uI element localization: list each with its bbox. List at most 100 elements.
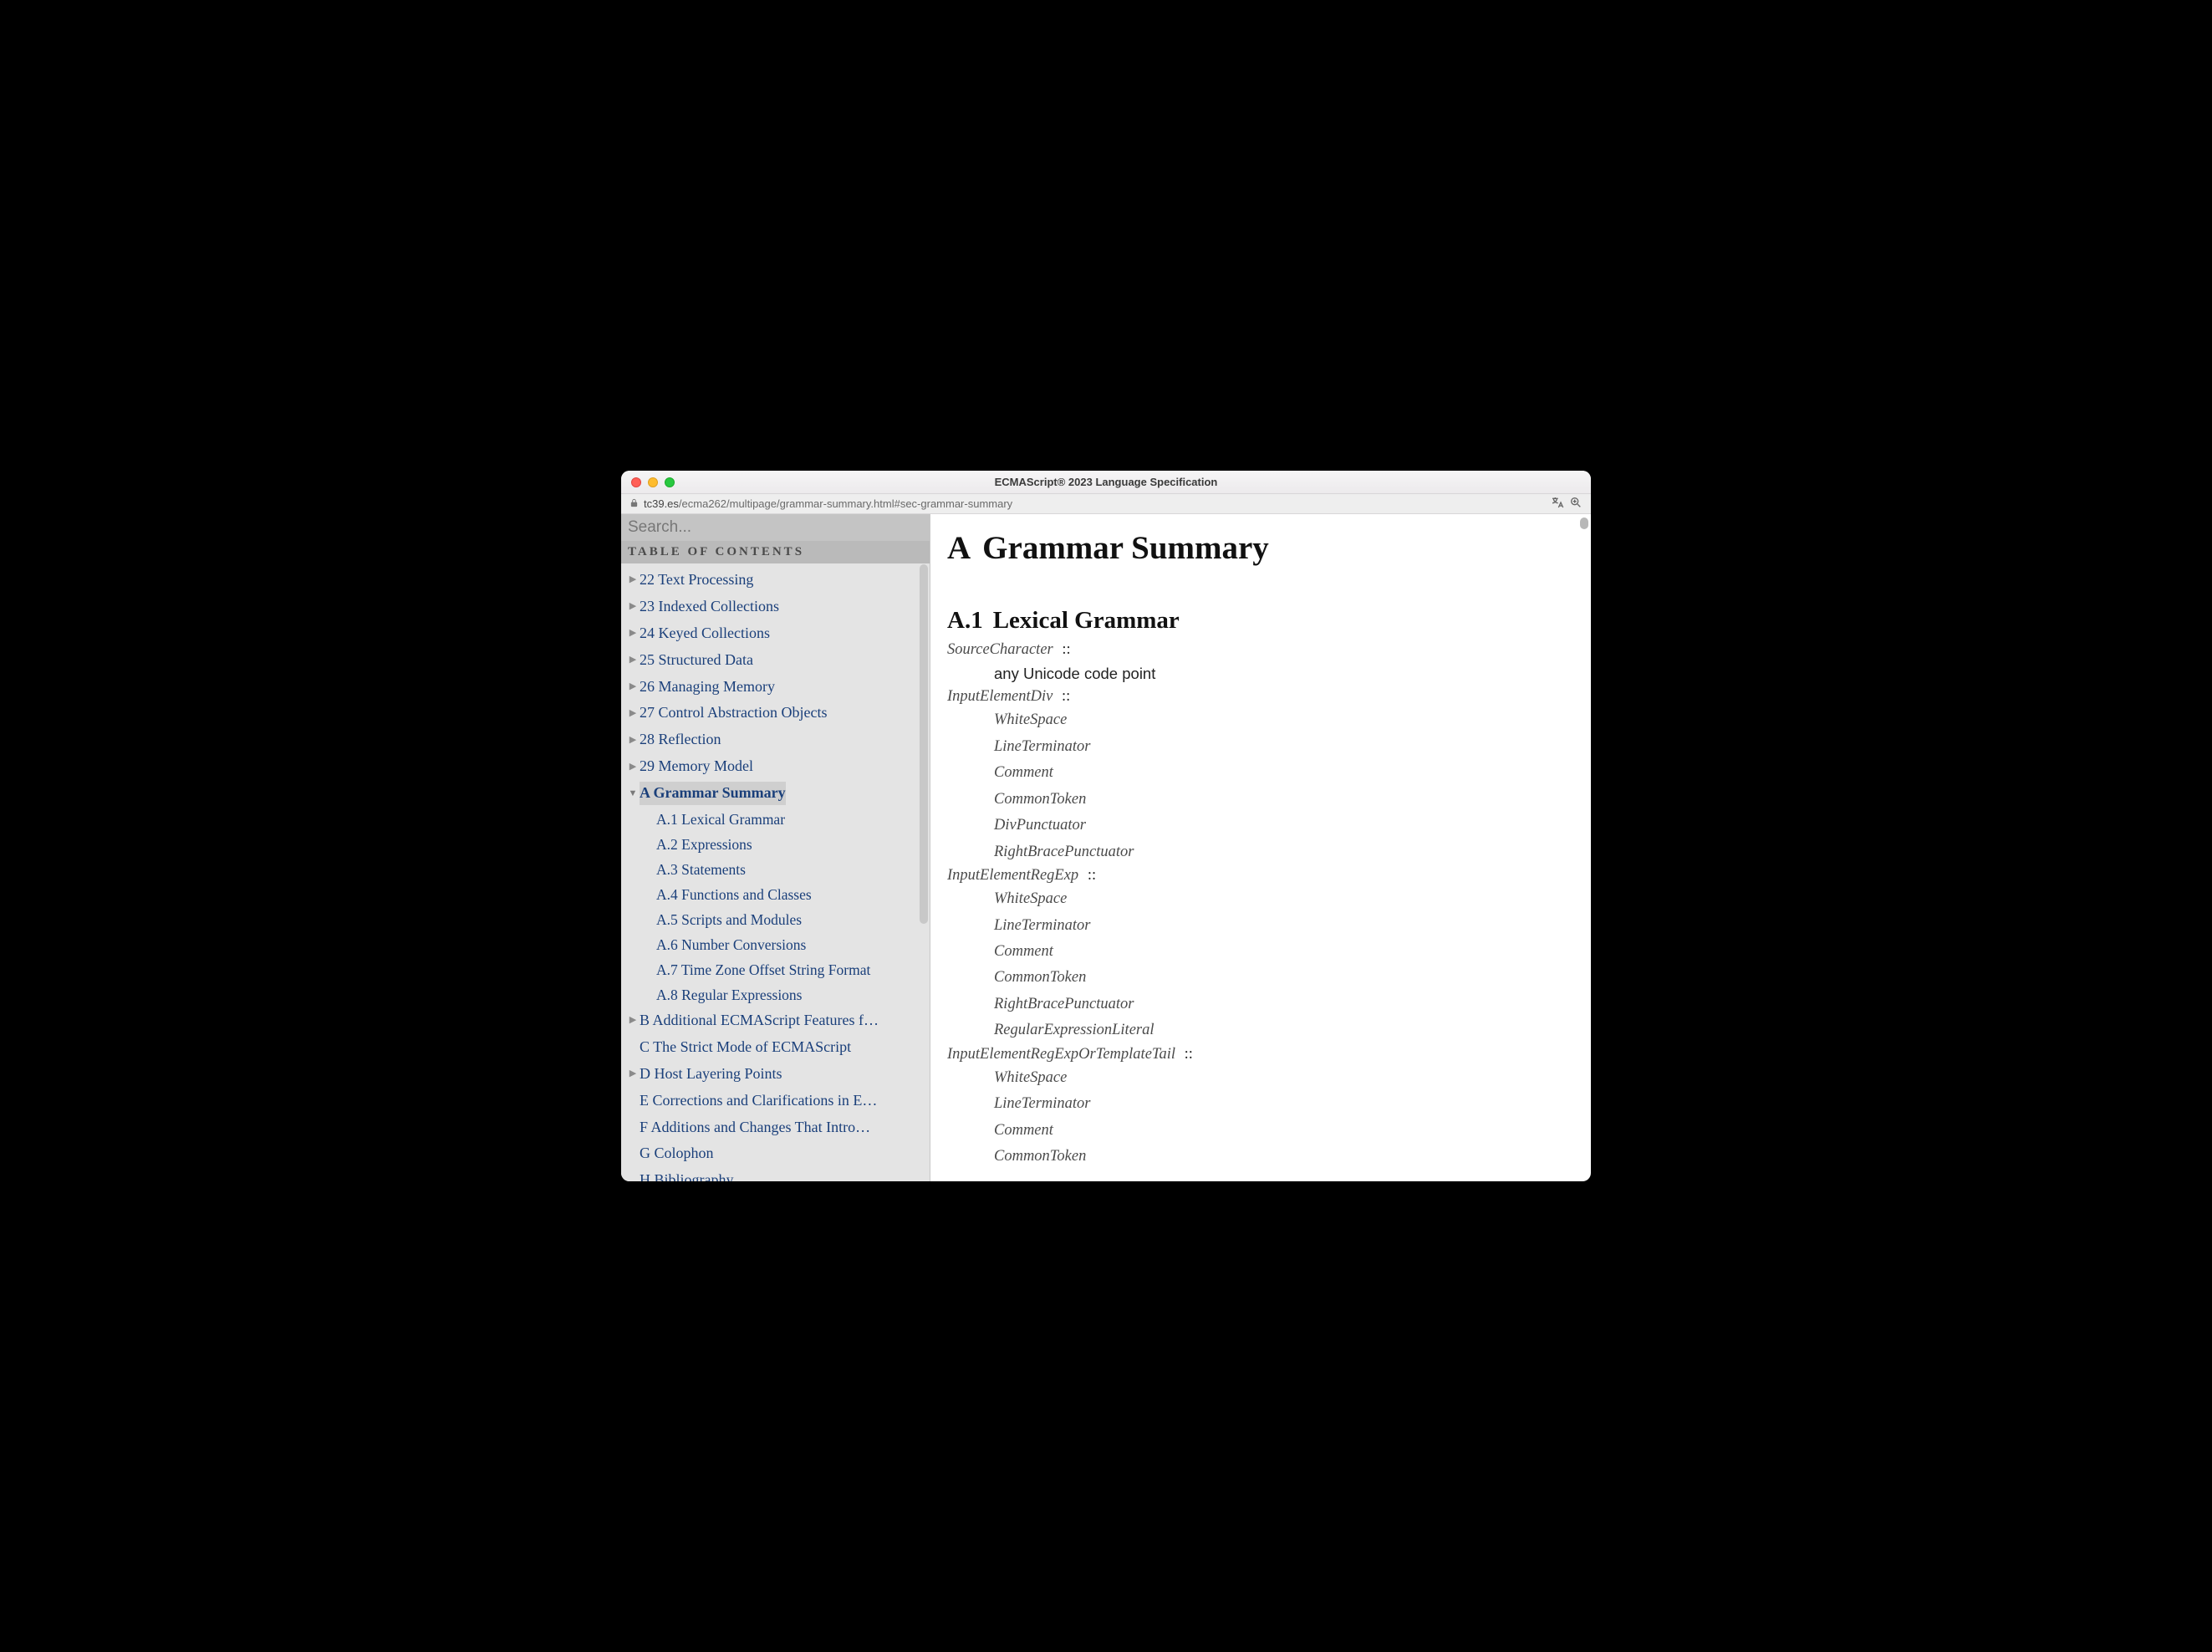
main-document[interactable]: AGrammar Summary A.1Lexical Grammar Sour…	[930, 514, 1591, 1181]
toc-subitem[interactable]: A.8 Regular Expressions	[621, 982, 930, 1007]
production-rhs: LineTerminator	[947, 734, 1571, 760]
toc-item[interactable]: ▶26 Managing Memory	[621, 674, 930, 701]
toc-item-label: 27 Control Abstraction Objects	[640, 701, 827, 725]
toc-item-label: C The Strict Mode of ECMAScript	[640, 1036, 851, 1059]
nonterminal: InputElementRegExpOrTemplateTail	[947, 1046, 1175, 1063]
url-path: /ecma262/multipage/grammar-summary.html#…	[679, 497, 1012, 510]
nonterminal: RegularExpressionLiteral	[994, 1022, 1154, 1038]
chevron-right-icon[interactable]: ▶	[626, 733, 640, 747]
toc-item[interactable]: E Corrections and Clarifications in E…	[621, 1088, 930, 1114]
nonterminal: LineTerminator	[994, 1095, 1090, 1112]
toc-item[interactable]: ▶23 Indexed Collections	[621, 594, 930, 620]
sidebar-scrollbar-thumb[interactable]	[920, 564, 928, 924]
production-separator: ::	[1058, 688, 1070, 705]
nonterminal: WhiteSpace	[994, 890, 1067, 907]
production-lhs: InputElementRegExp ::	[947, 867, 1571, 885]
toc-item[interactable]: ▶27 Control Abstraction Objects	[621, 700, 930, 727]
zoom-icon[interactable]	[1569, 496, 1583, 512]
nonterminal: InputElementRegExp	[947, 867, 1078, 884]
production: InputElementRegExpOrTemplateTail ::White…	[947, 1046, 1571, 1170]
production-rhs: Comment	[947, 939, 1571, 965]
toc-subitem[interactable]: A.3 Statements	[621, 857, 930, 882]
chevron-down-icon[interactable]: ▼	[626, 787, 640, 801]
url-bar[interactable]: tc39.es/ecma262/multipage/grammar-summar…	[621, 494, 1591, 514]
toc-item[interactable]: F Additions and Changes That Intro…	[621, 1114, 930, 1141]
toc-item-label: 26 Managing Memory	[640, 676, 775, 699]
production: SourceCharacter ::any Unicode code point	[947, 641, 1571, 686]
toc-item-label: B Additional ECMAScript Features f…	[640, 1009, 879, 1032]
toc-item[interactable]: ▶28 Reflection	[621, 727, 930, 753]
nonterminal: DivPunctuator	[994, 817, 1086, 834]
toc-item[interactable]: C The Strict Mode of ECMAScript	[621, 1034, 930, 1061]
chevron-right-icon[interactable]: ▶	[626, 760, 640, 774]
browser-window: ECMAScript® 2023 Language Specification …	[621, 471, 1591, 1181]
toc-list[interactable]: ▶22 Text Processing▶23 Indexed Collectio…	[621, 563, 930, 1181]
toc-item[interactable]: ▶24 Keyed Collections	[621, 620, 930, 647]
production-lhs: SourceCharacter ::	[947, 641, 1571, 659]
chevron-right-icon[interactable]: ▶	[626, 1013, 640, 1027]
nonterminal: CommonToken	[994, 1148, 1086, 1165]
toc-item[interactable]: ▼A Grammar Summary	[621, 780, 930, 807]
toc-item[interactable]: ▶25 Structured Data	[621, 647, 930, 674]
production-lhs: InputElementRegExpOrTemplateTail ::	[947, 1046, 1571, 1063]
toc-item-label: 24 Keyed Collections	[640, 622, 770, 645]
toc-subitem[interactable]: A.7 Time Zone Offset String Format	[621, 957, 930, 982]
chevron-right-icon[interactable]: ▶	[626, 653, 640, 667]
toc-item[interactable]: ▶B Additional ECMAScript Features f…	[621, 1007, 930, 1034]
toc-subitem[interactable]: A.4 Functions and Classes	[621, 882, 930, 907]
section-secnum: A.1	[947, 607, 983, 634]
production: InputElementRegExp ::WhiteSpaceLineTermi…	[947, 867, 1571, 1044]
production-separator: ::	[1083, 867, 1096, 884]
toc-item[interactable]: ▶29 Memory Model	[621, 753, 930, 780]
heading-secnum: A	[947, 530, 971, 566]
nonterminal: Comment	[994, 1122, 1053, 1139]
toc-item[interactable]: G Colophon	[621, 1140, 930, 1167]
production-rhs: WhiteSpace	[947, 1065, 1571, 1091]
toc-item-label: 29 Memory Model	[640, 755, 753, 778]
toc-subitem[interactable]: A.5 Scripts and Modules	[621, 907, 930, 932]
production-rhs: DivPunctuator	[947, 813, 1571, 839]
toc-item-label: H Bibliography	[640, 1169, 734, 1181]
chevron-right-icon[interactable]: ▶	[626, 1067, 640, 1081]
url-text: tc39.es/ecma262/multipage/grammar-summar…	[644, 497, 1546, 510]
nonterminal: RightBracePunctuator	[994, 996, 1134, 1012]
production-rhs: CommonToken	[947, 1144, 1571, 1170]
minimize-window-button[interactable]	[648, 477, 658, 487]
close-window-button[interactable]	[631, 477, 641, 487]
chevron-right-icon[interactable]: ▶	[626, 573, 640, 587]
production-rhs: RegularExpressionLiteral	[947, 1017, 1571, 1043]
toc-item-label: F Additions and Changes That Intro…	[640, 1116, 870, 1140]
chevron-right-icon[interactable]: ▶	[626, 706, 640, 721]
toc-item-label: A Grammar Summary	[640, 782, 786, 805]
toc-item[interactable]: H Bibliography	[621, 1167, 930, 1181]
nonterminal: CommonToken	[994, 791, 1086, 808]
production-separator: ::	[1058, 641, 1071, 658]
toc-item[interactable]: ▶D Host Layering Points	[621, 1061, 930, 1088]
search-input[interactable]	[621, 514, 930, 541]
section-title: Lexical Grammar	[993, 607, 1180, 634]
lock-icon	[629, 498, 639, 510]
nonterminal: Comment	[994, 764, 1053, 781]
production-rhs: CommonToken	[947, 965, 1571, 991]
chevron-right-icon[interactable]: ▶	[626, 599, 640, 614]
production-rhs: Comment	[947, 1118, 1571, 1144]
titlebar: ECMAScript® 2023 Language Specification	[621, 471, 1591, 494]
toc-subitem[interactable]: A.1 Lexical Grammar	[621, 807, 930, 832]
toc-item[interactable]: ▶22 Text Processing	[621, 567, 930, 594]
toc-subitem[interactable]: A.6 Number Conversions	[621, 932, 930, 957]
chevron-right-icon[interactable]: ▶	[626, 626, 640, 640]
nonterminal: LineTerminator	[994, 917, 1090, 934]
url-host: tc39.es	[644, 497, 679, 510]
window-title: ECMAScript® 2023 Language Specification	[621, 476, 1591, 488]
chevron-right-icon[interactable]: ▶	[626, 680, 640, 694]
production-rhs: CommonToken	[947, 787, 1571, 813]
zoom-window-button[interactable]	[665, 477, 675, 487]
production-rhs: WhiteSpace	[947, 886, 1571, 912]
production-rhs: LineTerminator	[947, 913, 1571, 939]
nonterminal: LineTerminator	[994, 738, 1090, 755]
translate-icon[interactable]	[1551, 496, 1564, 512]
toc-subitem[interactable]: A.2 Expressions	[621, 832, 930, 857]
main-scrollbar-thumb[interactable]	[1580, 518, 1588, 529]
production-separator: ::	[1180, 1046, 1193, 1063]
traffic-lights	[621, 477, 675, 487]
